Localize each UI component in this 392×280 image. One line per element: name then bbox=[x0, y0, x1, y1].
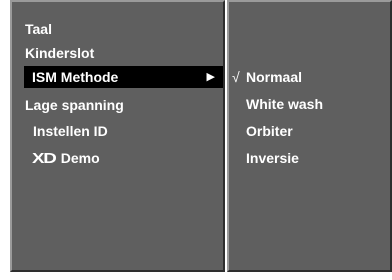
menu-item-ism-methode[interactable]: ISM Methode ▶ bbox=[24, 66, 223, 88]
main-menu-panel: Taal Kinderslot ISM Methode ▶ Lage spann… bbox=[10, 0, 225, 272]
menu-item-label: Demo bbox=[60, 150, 100, 166]
menu-item-label: Taal bbox=[25, 21, 52, 37]
menu-item-lage-spanning[interactable]: Lage spanning bbox=[25, 94, 124, 116]
submenu-panel: √ Normaal White wash Orbiter Inversie bbox=[227, 0, 392, 272]
submenu-item-label: White wash bbox=[246, 96, 324, 112]
menu-item-label: Instellen ID bbox=[33, 123, 108, 139]
submenu-arrow-icon: ▶ bbox=[206, 71, 215, 83]
submenu-item-inversie[interactable]: Inversie bbox=[246, 147, 299, 169]
menu-item-instellen-id[interactable]: Instellen ID bbox=[33, 120, 108, 142]
submenu-item-white-wash[interactable]: White wash bbox=[246, 93, 323, 115]
check-mark-icon: √ bbox=[232, 69, 240, 85]
menu-item-taal[interactable]: Taal bbox=[25, 18, 52, 40]
submenu-item-normaal[interactable]: √ Normaal bbox=[229, 66, 387, 88]
osd-screen: Taal Kinderslot ISM Methode ▶ Lage spann… bbox=[0, 0, 392, 280]
menu-item-label: ISM Methode bbox=[32, 69, 119, 85]
menu-item-kinderslot[interactable]: Kinderslot bbox=[25, 42, 94, 64]
submenu-item-label: Orbiter bbox=[246, 123, 293, 139]
submenu-item-label: Normaal bbox=[246, 69, 303, 85]
menu-item-label: Kinderslot bbox=[25, 45, 95, 61]
menu-item-demo[interactable]: XD Demo bbox=[32, 147, 100, 169]
submenu-item-orbiter[interactable]: Orbiter bbox=[246, 120, 293, 142]
xd-logo-icon: XD bbox=[32, 150, 57, 167]
menu-item-label: Lage spanning bbox=[25, 97, 124, 113]
submenu-item-label: Inversie bbox=[246, 150, 299, 166]
